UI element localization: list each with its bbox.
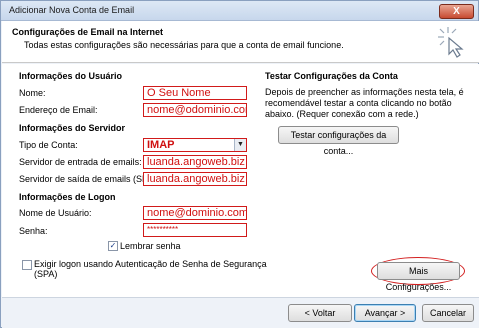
account-type-value: IMAP (147, 139, 175, 151)
spa-checkbox[interactable] (22, 260, 32, 270)
next-button[interactable]: Avançar > (354, 304, 416, 322)
password-field[interactable]: ********** (143, 223, 247, 237)
test-settings-heading: Testar Configurações da Conta (265, 71, 398, 81)
logon-info-heading: Informações de Logon (19, 192, 116, 202)
wizard-header: Configurações de Email na Internet Todas… (2, 21, 479, 63)
user-info-heading: Informações do Usuário (19, 71, 123, 81)
password-label: Senha: (19, 226, 48, 236)
title-bar[interactable]: Adicionar Nova Conta de Email X (1, 1, 478, 21)
cursor-click-icon (438, 27, 464, 58)
remember-password-checkbox[interactable]: ✓ (108, 241, 118, 251)
settings-panel: Informações do Usuário Nome: O Seu Nome … (2, 64, 479, 297)
test-account-button[interactable]: Testar configurações da conta... (278, 126, 399, 156)
server-info-heading: Informações do Servidor (19, 123, 126, 133)
window-title: Adicionar Nova Conta de Email (9, 5, 135, 15)
username-label: Nome de Usuário: (19, 208, 92, 218)
close-button[interactable]: X (439, 4, 474, 19)
wizard-footer: < Voltar Avançar > Cancelar (2, 297, 479, 328)
username-field[interactable]: nome@dominio.com (143, 206, 247, 220)
account-type-select[interactable]: IMAP ▼ (143, 138, 247, 152)
email-label: Endereço de Email: (19, 105, 98, 115)
incoming-server-label: Servidor de entrada de emails: (19, 157, 142, 167)
name-label: Nome: (19, 88, 46, 98)
more-settings-button[interactable]: Mais Configurações... (377, 262, 460, 292)
email-field[interactable]: nome@odominio.com (143, 103, 247, 117)
page-subtitle: Todas estas configurações são necessária… (24, 40, 344, 50)
page-title: Configurações de Email na Internet (12, 27, 164, 37)
test-settings-description: Depois de preencher as informações nesta… (265, 87, 464, 119)
spa-label-line2: (SPA) (34, 269, 58, 279)
remember-password-label: Lembrar senha (120, 241, 181, 251)
back-button[interactable]: < Voltar (288, 304, 352, 322)
spa-label-line1: Exigir logon usando Autenticação de Senh… (34, 259, 267, 269)
name-field[interactable]: O Seu Nome (143, 86, 247, 100)
incoming-server-field[interactable]: luanda.angoweb.biz (143, 155, 247, 169)
account-type-label: Tipo de Conta: (19, 140, 78, 150)
dialog-window: Adicionar Nova Conta de Email X Configur… (0, 0, 479, 328)
outgoing-server-field[interactable]: luanda.angoweb.biz (143, 172, 247, 186)
cancel-button[interactable]: Cancelar (422, 304, 474, 322)
chevron-down-icon[interactable]: ▼ (234, 139, 246, 151)
